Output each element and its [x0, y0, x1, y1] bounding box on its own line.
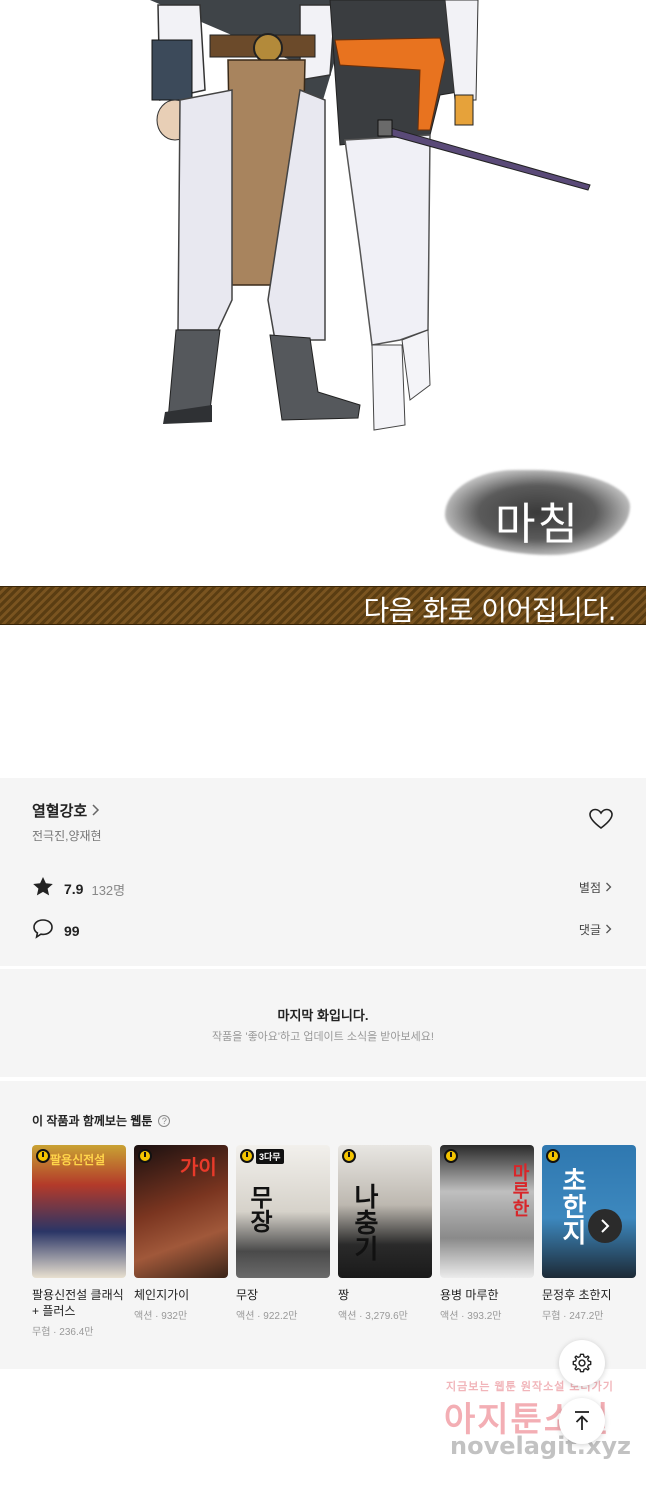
end-stamp-text: 마침 [495, 499, 580, 550]
rating-value: 7.9 [64, 881, 84, 897]
watermark-line-3: novelagit.xyz [450, 1432, 632, 1460]
carousel-next-button[interactable] [588, 1209, 622, 1243]
rate-link[interactable]: 별점 [579, 879, 612, 896]
clock-badge-icon [138, 1149, 152, 1163]
chevron-right-icon [605, 881, 612, 895]
recommendation-card[interactable]: 팔용신전설 팔용신전설 클래식 + 플러스 무협 · 236.4만 [32, 1145, 126, 1338]
webtoon-title: 체인지가이 [134, 1288, 190, 1302]
rating-row: 7.9 132명 [32, 876, 125, 902]
cover-thumbnail: 초한지 [542, 1145, 636, 1278]
recommendation-card[interactable]: 마루한 용병 마루한 액션 · 393.2만 [440, 1145, 534, 1338]
recommendation-card[interactable]: 나충기 짱 액션 · 3,279.6만 [338, 1145, 432, 1338]
recommendation-card[interactable]: 가이 체인지가이 액션 · 932만 [134, 1145, 228, 1338]
comment-count: 99 [64, 923, 80, 939]
series-title-link[interactable]: 열혈강호 [32, 800, 100, 821]
rating-count: 132명 [91, 882, 126, 898]
recommendations-section: 이 작품과 함께보는 웹툰 ? 팔용신전설 팔용신전설 클래식 + 플러스 무협… [0, 1081, 646, 1369]
chevron-right-icon [91, 803, 100, 819]
help-icon[interactable]: ? [158, 1114, 171, 1127]
recommendations-header: 이 작품과 함께보는 웹툰 ? [32, 1112, 171, 1129]
cover-thumbnail: 팔용신전설 [32, 1145, 126, 1278]
webtoon-meta: 액션 · 3,279.6만 [338, 1311, 408, 1322]
comment-bubble-icon [32, 918, 54, 944]
comment-link-label: 댓글 [578, 923, 601, 937]
webtoon-title: 무장 [236, 1288, 259, 1302]
cover-thumbnail: 무장 3다무 [236, 1145, 330, 1278]
comment-link[interactable]: 댓글 [579, 921, 612, 938]
cover-tag: 3다무 [256, 1149, 284, 1164]
cover-thumbnail: 가이 [134, 1145, 228, 1278]
recommendation-list: 팔용신전설 팔용신전설 클래식 + 플러스 무협 · 236.4만 가이 체인지… [32, 1145, 636, 1338]
clock-badge-icon [546, 1149, 560, 1163]
webtoon-meta: 액션 · 932만 [134, 1311, 188, 1322]
chevron-right-icon [605, 923, 612, 937]
comic-artwork [150, 0, 591, 431]
cover-title: 팔용신전설 [50, 1153, 106, 1167]
cover-thumbnail: 나충기 [338, 1145, 432, 1278]
comic-panel: 마침 다음 화로 이어집니다. [0, 0, 646, 778]
scroll-top-button[interactable] [559, 1398, 605, 1444]
cover-title: 초한지 [557, 1167, 587, 1245]
clock-badge-icon [240, 1149, 254, 1163]
cover-title: 무장 [245, 1185, 273, 1233]
webtoon-title: 문정후 초한지 [542, 1288, 612, 1302]
recommendation-card[interactable]: 초한지 문정후 초한지 무협 · 247.2만 [542, 1145, 636, 1338]
clock-badge-icon [444, 1149, 458, 1163]
clock-badge-icon [342, 1149, 356, 1163]
chevron-right-icon [601, 1219, 610, 1233]
last-episode-notice: 마지막 화입니다. 작품을 '좋아요'하고 업데이트 소식을 받아보세요! [0, 969, 646, 1077]
cover-title: 나충기 [349, 1183, 379, 1261]
recommendation-card[interactable]: 무장 3다무 무장 액션 · 922.2만 [236, 1145, 330, 1338]
comment-row: 99 [32, 918, 80, 944]
character-right [329, 0, 591, 431]
site-watermark: 지금보는 웹툰 원작소설 보러가기 아지툰소설 novelagit.xyz [440, 1372, 640, 1472]
webtoon-meta: 무협 · 247.2만 [542, 1311, 604, 1322]
webtoon-meta: 액션 · 393.2만 [440, 1311, 502, 1322]
last-episode-heading: 마지막 화입니다. [277, 1008, 369, 1023]
gear-icon [572, 1353, 592, 1373]
webtoon-meta: 액션 · 922.2만 [236, 1311, 298, 1322]
cover-title: 마루한 [509, 1163, 530, 1217]
webtoon-title: 팔용신전설 클래식 + 플러스 [32, 1288, 124, 1318]
next-episode-text: 다음 화로 이어집니다. [363, 594, 616, 627]
next-episode-banner: 다음 화로 이어집니다. [0, 586, 646, 627]
star-icon [32, 876, 54, 902]
end-stamp: 마침 [445, 470, 630, 555]
recommendations-title: 이 작품과 함께보는 웹툰 [32, 1114, 153, 1128]
cover-title: 가이 [180, 1155, 217, 1179]
webtoon-title: 용병 마루한 [440, 1288, 499, 1302]
rate-link-label: 별점 [578, 881, 601, 895]
series-title: 열혈강호 [32, 803, 88, 820]
like-heart-icon[interactable] [589, 808, 613, 830]
webtoon-meta: 무협 · 236.4만 [32, 1327, 94, 1338]
arrow-up-icon [575, 1411, 589, 1430]
cover-thumbnail: 마루한 [440, 1145, 534, 1278]
settings-button[interactable] [559, 1340, 605, 1386]
series-author: 전극진,양재현 [32, 829, 102, 843]
webtoon-title: 짱 [338, 1288, 350, 1302]
clock-badge-icon [36, 1149, 50, 1163]
series-info-card: 열혈강호 전극진,양재현 7.9 132명 별점 99 댓글 [0, 778, 646, 966]
last-episode-subtext: 작품을 '좋아요'하고 업데이트 소식을 받아보세요! [212, 1031, 434, 1043]
character-left [150, 0, 361, 424]
